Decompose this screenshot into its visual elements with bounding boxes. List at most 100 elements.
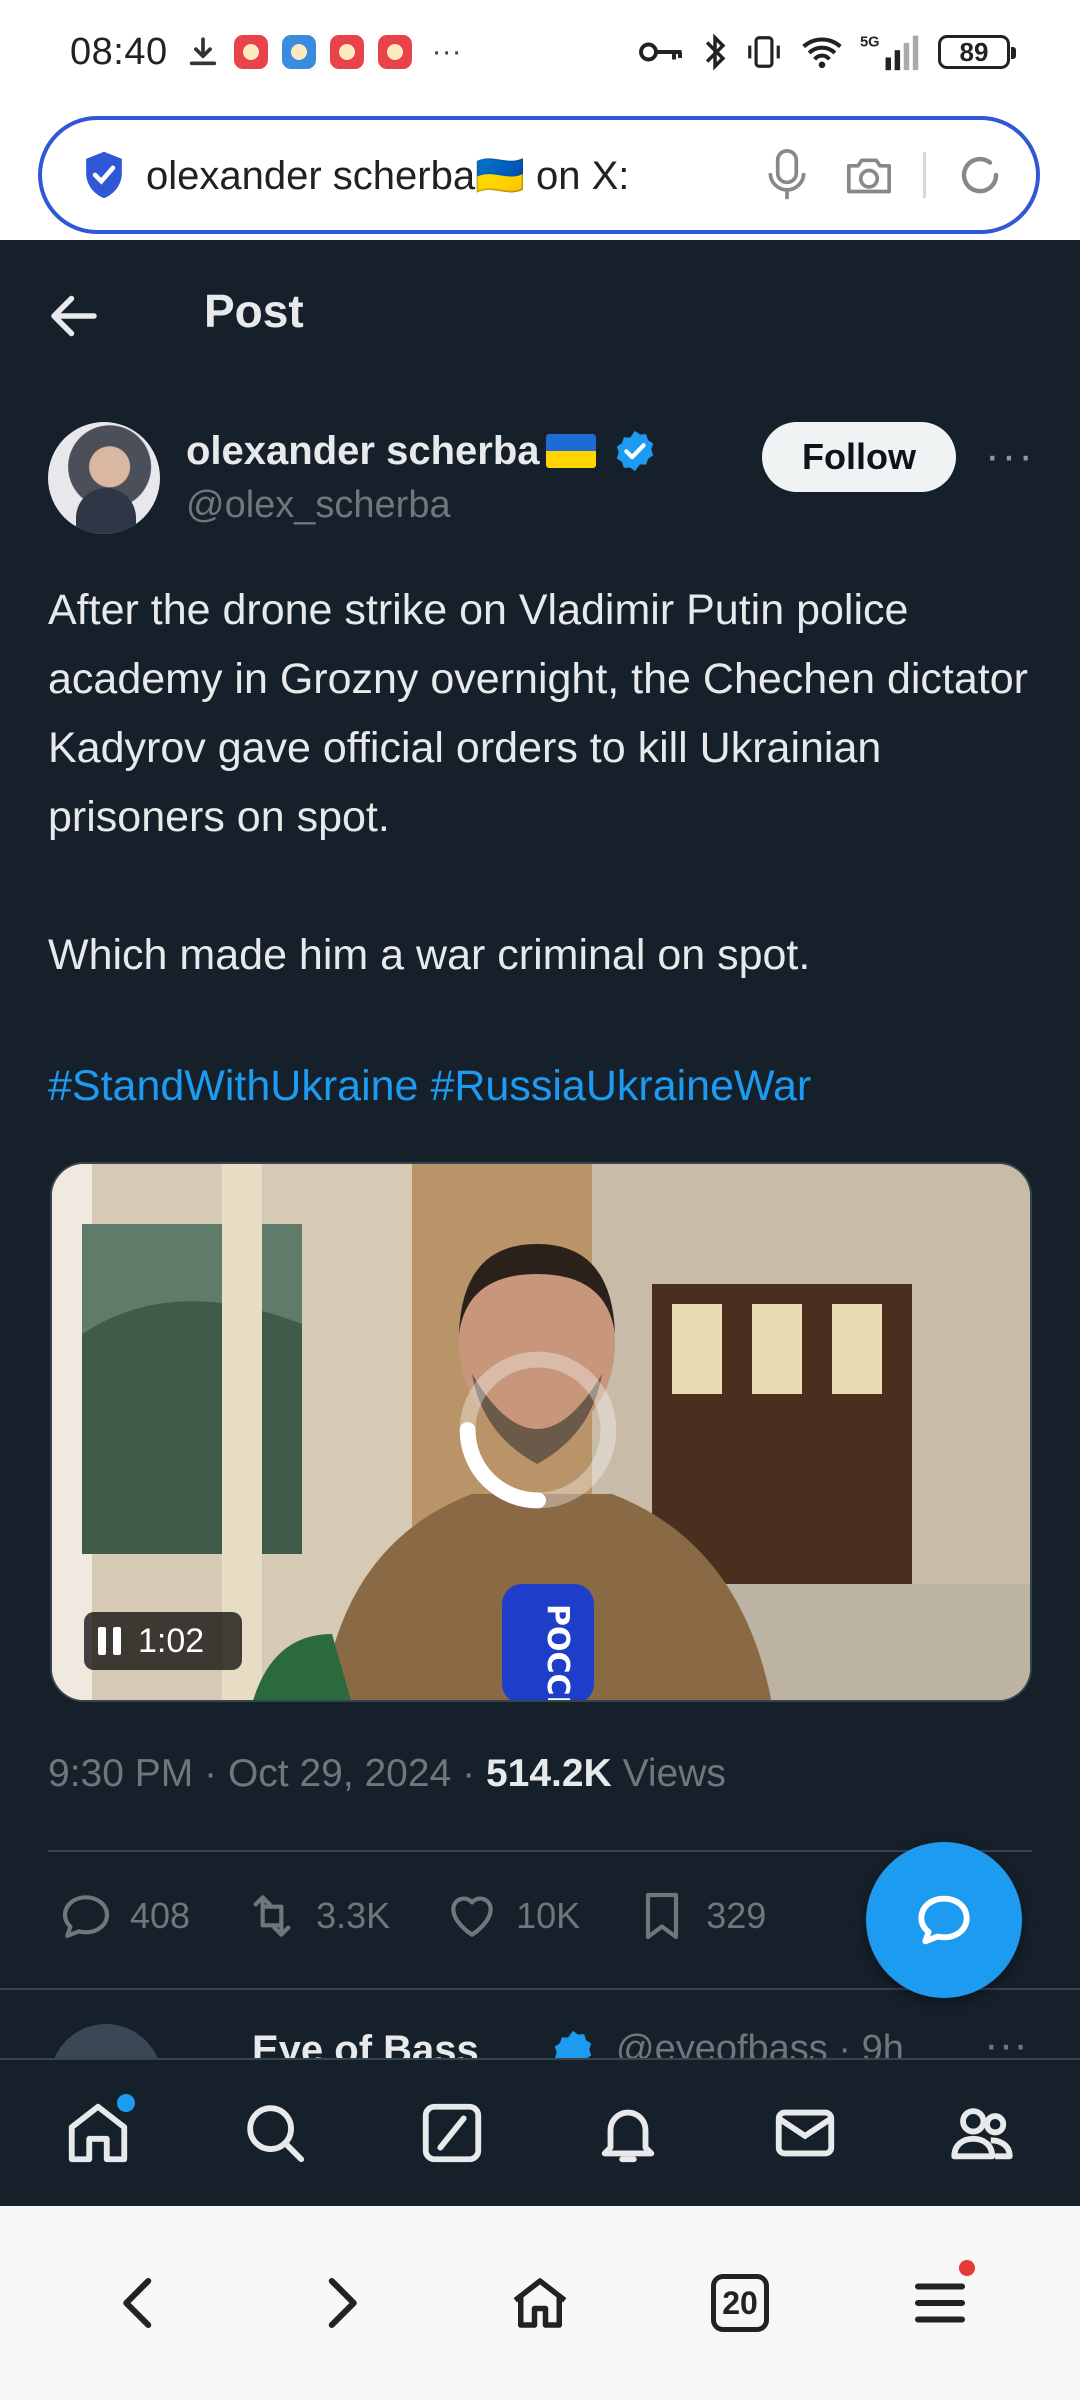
hashtags: #StandWithUkraine #RussiaUkraineWar	[48, 1062, 823, 1111]
follow-button[interactable]: Follow	[762, 422, 956, 492]
browser-forward-button[interactable]	[295, 2258, 385, 2348]
post-header: Post	[0, 240, 1080, 386]
browser-menu-button[interactable]	[895, 2258, 985, 2348]
address-bar[interactable]: olexander scherba🇺🇦 on X:	[38, 116, 1040, 234]
post-actions: 408 3.3K 10K 329	[58, 1888, 820, 1944]
battery-indicator: 89	[938, 35, 1016, 69]
svg-text:5G: 5G	[860, 35, 879, 51]
reply-bubble-icon	[918, 1895, 970, 1945]
vpn-key-icon	[639, 42, 682, 62]
author-name[interactable]: olexander scherba	[186, 428, 658, 474]
reload-button[interactable]	[952, 147, 1008, 203]
app-notification-icon	[233, 35, 268, 69]
notifications-icon	[602, 2109, 655, 2163]
nav-messages[interactable]	[760, 2088, 850, 2178]
nav-notifications[interactable]	[583, 2088, 673, 2178]
reply-avatar[interactable]	[50, 2024, 162, 2060]
post-time[interactable]: 9:30 PM	[48, 1752, 193, 1795]
post-date[interactable]: Oct 29, 2024	[228, 1752, 451, 1795]
nav-communities[interactable]	[937, 2088, 1027, 2178]
system-icons: 5G 89	[638, 32, 1016, 72]
heart-icon	[451, 1896, 493, 1937]
repost-icon	[253, 1895, 291, 1937]
back-arrow-icon	[123, 2277, 152, 2329]
verified-badge-icon[interactable]	[612, 428, 658, 474]
reply-icon	[62, 1895, 110, 1938]
security-shield-icon[interactable]	[82, 150, 126, 200]
more-notifications-icon: ···	[431, 35, 462, 68]
nav-grok[interactable]	[407, 2088, 497, 2178]
meta-separator: ·	[204, 1752, 218, 1795]
signal-5g-icon: 5G	[860, 35, 919, 71]
meta-separator: ·	[462, 1752, 476, 1795]
bookmark-button[interactable]: 329	[634, 1888, 766, 1944]
nav-home[interactable]	[53, 2088, 143, 2178]
author-name-text[interactable]: olexander scherba	[186, 429, 540, 474]
ukraine-flag-icon	[545, 434, 596, 468]
bookmark-count: 329	[706, 1895, 767, 1936]
reply-button[interactable]: 408	[58, 1888, 190, 1944]
loading-spinner-icon	[459, 1351, 617, 1509]
divider	[48, 1850, 1032, 1852]
notification-icons: ···	[186, 35, 462, 69]
video-duration: 1:02	[138, 1621, 205, 1660]
separator	[923, 152, 926, 198]
pause-icon[interactable]	[98, 1627, 124, 1655]
like-count: 10K	[516, 1895, 581, 1936]
communities-icon	[950, 2108, 1013, 2160]
nav-search[interactable]	[230, 2088, 320, 2178]
like-button[interactable]: 10K	[444, 1888, 580, 1944]
back-arrow-icon[interactable]	[44, 286, 104, 346]
loading-icon	[961, 156, 999, 194]
views-label: Views	[622, 1752, 726, 1795]
search-icon	[247, 2105, 305, 2163]
grok-icon	[422, 2103, 481, 2163]
hashtag-link[interactable]: #RussiaUkraineWar	[430, 1062, 811, 1110]
forward-arrow-icon	[328, 2277, 357, 2329]
menu-notification-dot	[959, 2260, 975, 2276]
bookmark-icon	[646, 1892, 679, 1940]
voice-search-button[interactable]	[759, 147, 815, 203]
weather-icon	[281, 35, 316, 69]
tabs-icon: 20	[711, 2274, 769, 2332]
post-paragraph: After the drone strike on Vladimir Putin…	[48, 586, 1028, 841]
browser-toolbar: olexander scherba🇺🇦 on X:	[0, 104, 1080, 240]
browser-bottom-bar: 20	[0, 2206, 1080, 2400]
bluetooth-icon	[705, 33, 726, 71]
next-reply[interactable]: Eye of Bass @eyeofbass · 9h ···	[0, 2000, 1080, 2060]
hashtag-link[interactable]: #StandWithUkraine	[48, 1062, 418, 1110]
author-avatar[interactable]	[48, 422, 160, 534]
reply-handle-time[interactable]: @eyeofbass · 9h	[616, 2028, 904, 2060]
views-count[interactable]: 514.2K	[486, 1752, 612, 1795]
verified-badge-icon	[554, 2030, 592, 2060]
reply-author-name[interactable]: Eye of Bass	[252, 2028, 479, 2060]
camera-search-button[interactable]	[841, 147, 897, 203]
reply-count: 408	[130, 1895, 191, 1936]
post-paragraph: Which made him a war criminal on spot.	[48, 931, 811, 979]
post-meta: 9:30 PM · Oct 29, 2024 · 514.2K Views	[48, 1752, 726, 1796]
browser-home-button[interactable]	[495, 2258, 585, 2348]
status-bar: 08:40 ··· 5G 89	[0, 0, 1080, 104]
reply-more-icon[interactable]: ···	[984, 2020, 1028, 2060]
browser-back-button[interactable]	[95, 2258, 185, 2348]
menu-icon	[914, 2283, 966, 2323]
page-title: Post	[204, 285, 304, 337]
tabs-button[interactable]: 20	[695, 2258, 785, 2348]
vibrate-icon	[748, 36, 780, 68]
repost-button[interactable]: 3.3K	[244, 1888, 390, 1944]
url-text[interactable]: olexander scherba🇺🇦 on X:	[146, 152, 733, 199]
video-duration-badge[interactable]: 1:02	[84, 1612, 242, 1670]
more-options-icon[interactable]: ···	[980, 430, 1040, 482]
mic-label: РОССИЯ	[540, 1604, 575, 1702]
wifi-icon	[802, 37, 842, 69]
app-bottom-nav	[0, 2058, 1080, 2206]
repost-count: 3.3K	[316, 1895, 391, 1936]
app-notification-icon	[329, 35, 364, 69]
camera-icon	[847, 158, 892, 194]
download-icon	[189, 37, 216, 66]
messages-icon	[775, 2109, 835, 2157]
status-time: 08:40	[70, 30, 168, 73]
app-notification-icon	[377, 35, 412, 69]
author-handle[interactable]: @olex_scherba	[186, 484, 451, 527]
compose-reply-button[interactable]	[866, 1842, 1022, 1998]
